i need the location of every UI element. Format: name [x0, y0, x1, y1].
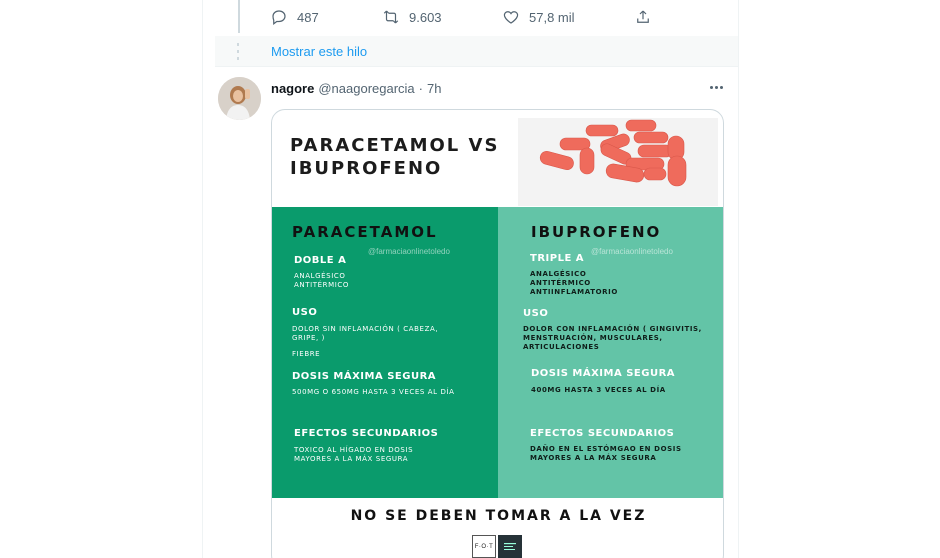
- reply-icon: [272, 10, 286, 25]
- thread-dots-icon: [237, 43, 239, 60]
- timeline-border-right: [738, 0, 739, 558]
- pills-photo: [518, 118, 718, 206]
- like-button[interactable]: 57,8 mil: [502, 4, 575, 30]
- ibuprofeno-use-list: DOLOR CON INFLAMACIÓN ( GINGIVITIS, MENS…: [523, 325, 702, 351]
- paracetamol-use-heading: USO: [292, 307, 318, 318]
- reply-count: 487: [297, 9, 319, 25]
- tweet-timestamp[interactable]: 7h: [427, 81, 441, 96]
- pharmacy-logo: F·O·T: [472, 535, 496, 558]
- ibuprofeno-panel: IBUPROFENO @farmaciaonlinetoledo TRIPLE …: [498, 207, 723, 498]
- ibuprofeno-dose-text: 400MG HASTA 3 VECES AL DÍA: [531, 386, 666, 394]
- thread-connector-line: [238, 0, 240, 33]
- warning-note: NO SE DEBEN TOMAR A LA VEZ: [350, 508, 647, 524]
- infographic-title: PARACETAMOL VS IBUPROFENO: [290, 134, 510, 180]
- ibuprofeno-type-list: ANALGÉSICO ANTITÉRMICO ANTIINFLAMATORIO: [530, 270, 618, 296]
- retweet-button[interactable]: 9.603: [382, 4, 442, 30]
- reply-button[interactable]: 487: [270, 4, 319, 30]
- paracetamol-use-list: DOLOR SIN INFLAMACIÓN ( CABEZA, GRIPE, ): [292, 325, 439, 342]
- pharmacy-logo-dark: [498, 535, 522, 558]
- ibuprofeno-effects-text: DAÑO EN EL ESTÓMGAO EN DOSIS MAYORES A L…: [530, 445, 682, 462]
- tweet-header: nagore @naagoregarcia · 7h: [271, 81, 441, 96]
- ibuprofeno-dose-heading: DOSIS MÁXIMA SEGURA: [531, 368, 676, 379]
- show-thread-row[interactable]: Mostrar este hilo: [215, 36, 738, 67]
- ibuprofeno-use-heading: USO: [523, 308, 549, 319]
- paracetamol-type-list: ANALGÉSICO ANTITÉRMICO: [294, 272, 350, 289]
- timeline-border-left: [202, 0, 203, 558]
- author-handle[interactable]: @naagoregarcia: [318, 81, 414, 96]
- share-icon: [637, 10, 649, 23]
- watermark-right: @farmaciaonlinetoledo: [591, 247, 673, 256]
- watermark-left: @farmaciaonlinetoledo: [368, 247, 450, 256]
- author-name[interactable]: nagore: [271, 81, 314, 96]
- paracetamol-effects-text: TOXICO AL HÍGADO EN DOSIS MAYORES A LA M…: [294, 446, 414, 463]
- tweet-action-bar: 487 9.603 57,8 mil: [270, 4, 660, 30]
- show-thread-link[interactable]: Mostrar este hilo: [271, 44, 367, 59]
- paracetamol-panel: PARACETAMOL @farmaciaonlinetoledo DOBLE …: [272, 207, 498, 498]
- avatar[interactable]: [218, 77, 261, 120]
- paracetamol-effects-heading: EFECTOS SECUNDARIOS: [294, 428, 439, 439]
- tweet-media-image[interactable]: PARACETAMOL VS IBUPROFENO PARACETAMOL @f…: [271, 109, 724, 558]
- retweet-icon: [383, 10, 399, 24]
- share-button[interactable]: [634, 4, 652, 30]
- infographic-title-line2: IBUPROFENO: [290, 158, 443, 179]
- paracetamol-dose-heading: DOSIS MÁXIMA SEGURA: [292, 371, 437, 382]
- paracetamol-use-extra: FIEBRE: [292, 350, 321, 358]
- like-count: 57,8 mil: [529, 9, 575, 25]
- paracetamol-type-heading: DOBLE A: [294, 255, 347, 266]
- like-icon: [503, 11, 519, 24]
- ibuprofeno-heading: IBUPROFENO: [531, 223, 662, 241]
- retweet-count: 9.603: [409, 9, 442, 25]
- infographic-title-line1: PARACETAMOL VS: [290, 135, 500, 156]
- header-separator: ·: [418, 81, 424, 96]
- more-icon[interactable]: [705, 78, 727, 96]
- ibuprofeno-type-heading: TRIPLE A: [530, 253, 584, 264]
- paracetamol-heading: PARACETAMOL: [292, 223, 438, 241]
- ibuprofeno-effects-heading: EFECTOS SECUNDARIOS: [530, 428, 675, 439]
- paracetamol-dose-text: 500MG O 650MG HASTA 3 VECES AL DÍA: [292, 388, 455, 396]
